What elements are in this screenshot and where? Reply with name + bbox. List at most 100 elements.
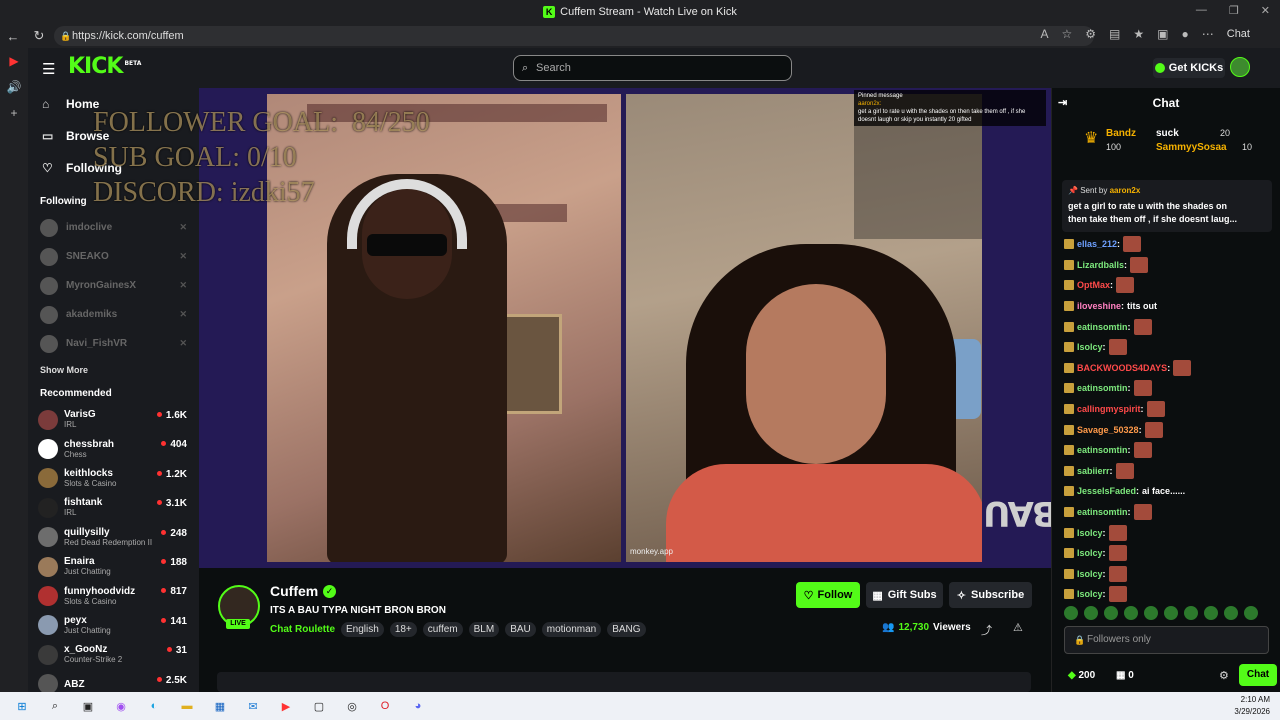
gift-subs-button[interactable]: ▦ Gift Subs: [866, 582, 943, 608]
recommended-item[interactable]: VarisG IRL 1.6K: [28, 405, 199, 434]
chat-username[interactable]: sabiierr: [1077, 466, 1110, 476]
video-player[interactable]: monkey.app Pinned message aaron2x: get a…: [199, 88, 1051, 568]
extensions-icon[interactable]: ⚙: [1085, 27, 1096, 41]
recommended-item[interactable]: quillysilly Red Dead Redemption II 248: [28, 523, 199, 552]
chat-username[interactable]: eatinsomtin: [1077, 322, 1128, 332]
emote-icon[interactable]: [1084, 606, 1098, 620]
following-item[interactable]: Navi_FishVR ✕: [28, 329, 199, 358]
chat-username[interactable]: Savage_50328: [1077, 425, 1139, 435]
chat-username[interactable]: Isolcy: [1077, 589, 1103, 599]
tag-chip[interactable]: English: [341, 622, 384, 637]
start-icon[interactable]: ⊞: [11, 695, 33, 717]
recommended-item[interactable]: chessbrah Chess 404: [28, 434, 199, 463]
maximize-icon[interactable]: ❐: [1229, 4, 1239, 17]
emote-icon[interactable]: [1204, 606, 1218, 620]
emote-icon[interactable]: [1244, 606, 1258, 620]
chat-username[interactable]: Isolcy: [1077, 528, 1103, 538]
read-aloud-icon[interactable]: A: [1041, 27, 1049, 41]
following-item[interactable]: imdoclive ✕: [28, 213, 199, 242]
copilot-icon[interactable]: ◉: [110, 695, 132, 717]
obs-icon[interactable]: ◎: [341, 695, 363, 717]
report-icon[interactable]: ⚠: [1013, 621, 1023, 634]
tag-chip[interactable]: BAU: [505, 622, 536, 637]
opera-icon[interactable]: O: [374, 695, 396, 717]
channel-name[interactable]: Cuffem: [270, 583, 318, 599]
chat-username[interactable]: callingmyspirit: [1077, 404, 1141, 414]
app-icon[interactable]: ▢: [308, 695, 330, 717]
favorite-star-icon[interactable]: ☆: [1062, 27, 1073, 41]
file-explorer-icon[interactable]: ▬: [176, 695, 198, 717]
kick-logo[interactable]: KICK BETA: [68, 54, 141, 79]
leader-name[interactable]: Bandz: [1106, 128, 1136, 139]
tag-chip[interactable]: motionman: [541, 622, 602, 637]
nav-following[interactable]: ♡ Following: [28, 152, 199, 184]
kick-points[interactable]: ◆ 200: [1068, 670, 1095, 681]
profile-icon[interactable]: ●: [1182, 27, 1189, 41]
recommended-item[interactable]: Enaira Just Chatting 188: [28, 552, 199, 581]
split-screen-icon[interactable]: ▤: [1109, 27, 1120, 41]
chat-username[interactable]: eatinsomtin: [1077, 383, 1128, 393]
chat-username[interactable]: OptMax: [1077, 280, 1110, 290]
emote-icon[interactable]: [1124, 606, 1138, 620]
search-input[interactable]: ⌕ Search: [513, 55, 792, 81]
recommended-item[interactable]: peyx Just Chatting 141: [28, 611, 199, 640]
emote-icon[interactable]: [1104, 606, 1118, 620]
following-item[interactable]: SNEAKO ✕: [28, 242, 199, 271]
favorites-icon[interactable]: ★: [1133, 27, 1144, 41]
share-icon[interactable]: ⤴: [981, 622, 992, 638]
tag-chip[interactable]: BANG: [607, 622, 646, 637]
search-icon[interactable]: ⌕: [44, 695, 66, 717]
tag-chip[interactable]: BLM: [468, 622, 500, 637]
copilot-chat-button[interactable]: Chat: [1227, 28, 1250, 40]
tag-chip[interactable]: cuffem: [422, 622, 463, 637]
emote-icon[interactable]: [1184, 606, 1198, 620]
nav-home[interactable]: ⌂ Home: [28, 88, 199, 120]
get-kicks-button[interactable]: Get KICKs: [1153, 58, 1225, 78]
category-link[interactable]: Chat Roulette: [270, 624, 335, 635]
store-icon[interactable]: ▦: [209, 695, 231, 717]
chat-username[interactable]: eatinsomtin: [1077, 445, 1128, 455]
chat-username[interactable]: eatinsomtin: [1077, 507, 1128, 517]
system-clock[interactable]: 2:10 AM 3/29/2026: [1234, 694, 1270, 718]
subscribe-button[interactable]: ✧ Subscribe: [949, 582, 1032, 608]
leader-name[interactable]: suck: [1156, 128, 1179, 139]
recommended-item[interactable]: x_GooNz Counter-Strike 2 31: [28, 640, 199, 669]
add-icon[interactable]: +: [0, 100, 28, 126]
chat-send-button[interactable]: Chat: [1239, 664, 1277, 686]
chat-username[interactable]: JesselsFaded: [1077, 486, 1136, 496]
recommended-item[interactable]: keithlocks Slots & Casino 1.2K: [28, 464, 199, 493]
follow-button[interactable]: ♡ Follow: [796, 582, 860, 608]
back-icon[interactable]: ←: [0, 29, 26, 44]
gift-count[interactable]: ▦ 0: [1116, 670, 1134, 681]
url-field[interactable]: 🔒 https://kick.com/cuffem: [54, 26, 1094, 46]
nav-browse[interactable]: ▭ Browse: [28, 120, 199, 152]
chat-username[interactable]: BACKWOODS4DAYS: [1077, 363, 1167, 373]
chat-username[interactable]: Isolcy: [1077, 342, 1103, 352]
pinned-message[interactable]: 📌 Sent by aaron2x get a girl to rate u w…: [1062, 180, 1272, 232]
minimize-icon[interactable]: —: [1196, 4, 1207, 17]
discord-icon[interactable]: ◕: [407, 695, 429, 717]
show-more-button[interactable]: Show More: [28, 358, 199, 382]
emote-icon[interactable]: [1144, 606, 1158, 620]
close-icon[interactable]: ✕: [1261, 4, 1270, 17]
collections-icon[interactable]: ▣: [1157, 27, 1168, 41]
mail-icon[interactable]: ✉: [242, 695, 264, 717]
emote-icon[interactable]: [1164, 606, 1178, 620]
youtube-icon[interactable]: ▶: [275, 695, 297, 717]
recommended-item[interactable]: funnyhoodvidz Slots & Casino 817: [28, 581, 199, 610]
menu-icon[interactable]: ☰: [42, 60, 55, 78]
emote-icon[interactable]: [1064, 606, 1078, 620]
following-item[interactable]: akademiks ✕: [28, 300, 199, 329]
following-item[interactable]: MyronGainesX ✕: [28, 271, 199, 300]
youtube-icon[interactable]: ▶: [0, 48, 28, 74]
gear-icon[interactable]: ⚙: [1219, 669, 1229, 682]
chat-username[interactable]: iloveshine: [1077, 301, 1121, 311]
chat-input[interactable]: 🔒 Followers only: [1064, 626, 1269, 654]
edge-icon[interactable]: ◐: [143, 695, 165, 717]
media-icon[interactable]: 🔊: [0, 74, 28, 100]
emote-icon[interactable]: [1224, 606, 1238, 620]
leader-name[interactable]: SammyySosaa: [1156, 142, 1227, 153]
recommended-item[interactable]: ABZ 2.5K: [28, 670, 199, 692]
chat-username[interactable]: ellas_212: [1077, 239, 1117, 249]
chat-username[interactable]: Isolcy: [1077, 548, 1103, 558]
